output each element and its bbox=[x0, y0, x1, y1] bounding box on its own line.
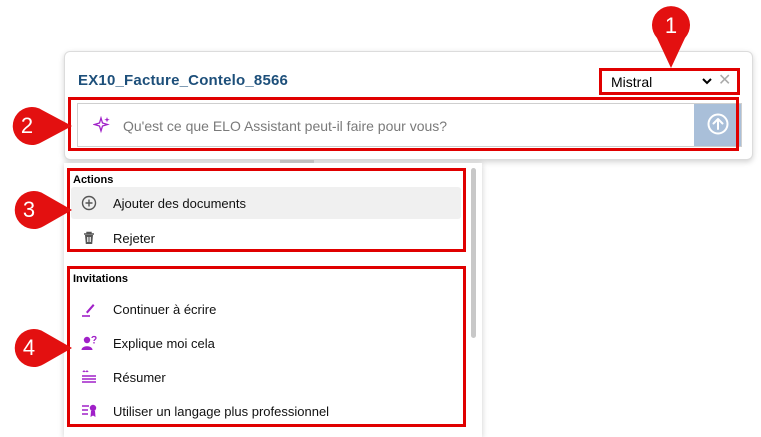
annotation-number-4: 4 bbox=[22, 335, 36, 360]
annotation-frame-3 bbox=[67, 168, 466, 252]
annotation-number-2: 2 bbox=[20, 113, 34, 138]
document-title: EX10_Facture_Contelo_8566 bbox=[78, 72, 289, 89]
annotation-frame-2 bbox=[68, 97, 739, 151]
menu-scrollbar[interactable] bbox=[471, 168, 476, 338]
annotation-frame-1 bbox=[599, 68, 740, 95]
annotation-number-3: 3 bbox=[22, 197, 36, 222]
annotation-frame-4 bbox=[67, 266, 466, 427]
annotation-number-1: 1 bbox=[664, 13, 678, 38]
